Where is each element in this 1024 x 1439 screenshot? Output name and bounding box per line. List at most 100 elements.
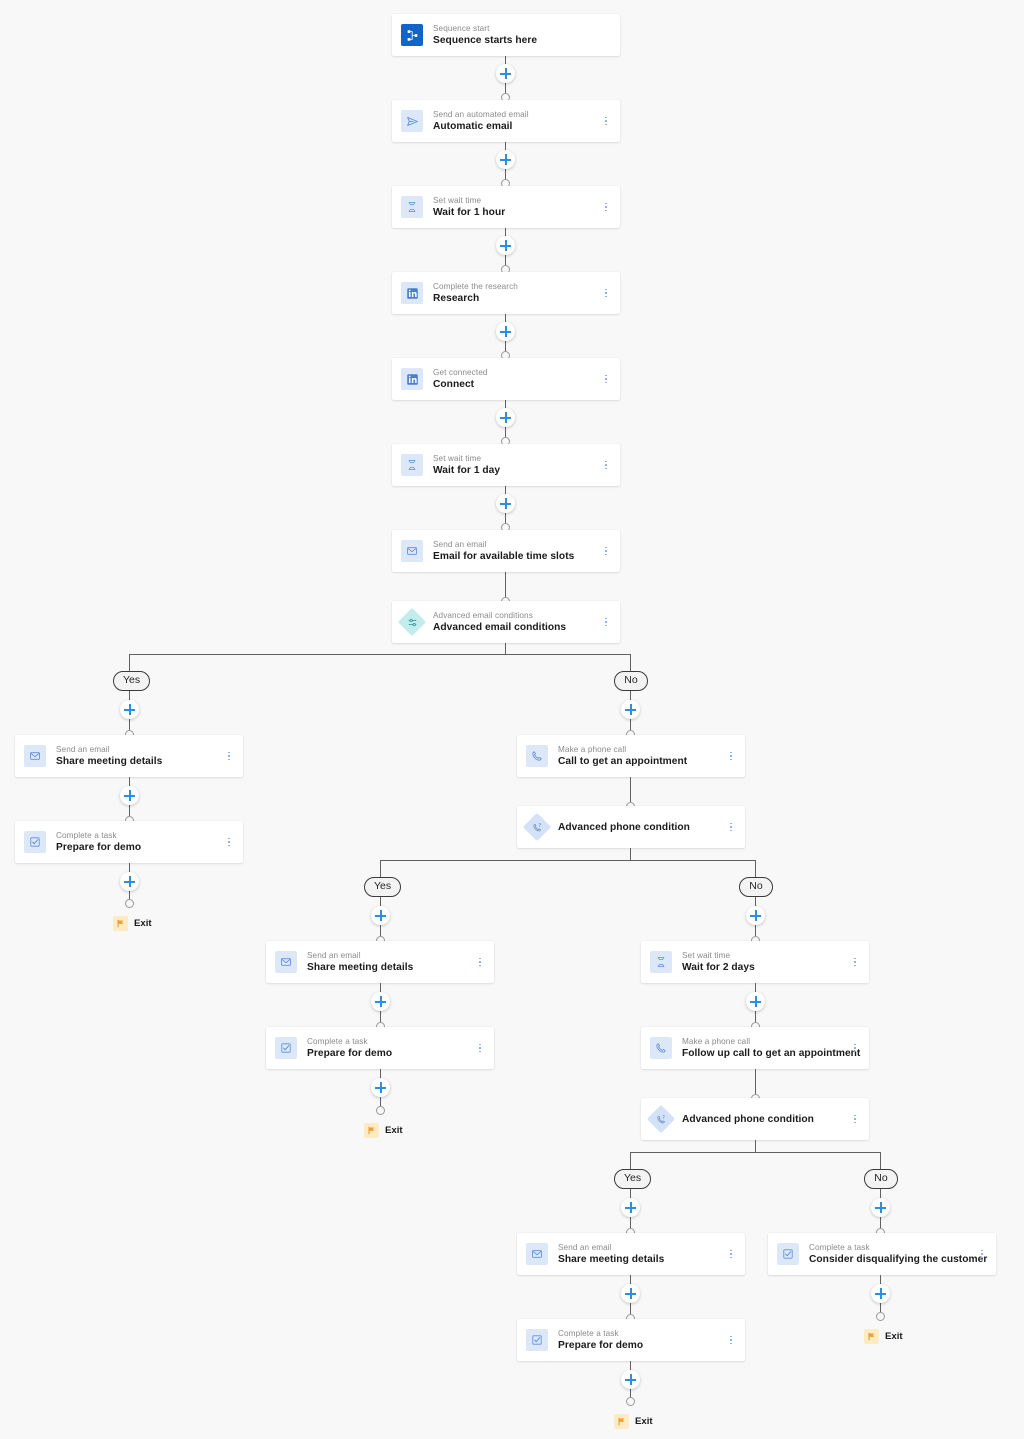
node-card-connect[interactable]: Get connected Connect (392, 358, 620, 400)
node-card-advanced-phone-condition[interactable]: Advanced phone condition (641, 1098, 869, 1140)
branch-label-yes[interactable]: Yes (113, 671, 151, 691)
node-title: Research (433, 293, 480, 304)
node-more-options-button[interactable] (601, 615, 611, 629)
checkbox-task-icon (526, 1329, 548, 1351)
node-card-wait-1-day[interactable]: Set wait time Wait for 1 day (392, 444, 620, 486)
node-card-prepare-for-demo[interactable]: Complete a task Prepare for demo (517, 1319, 745, 1361)
node-card-consider-disqualifying[interactable]: Complete a task Consider disqualifying t… (768, 1233, 996, 1275)
node-card-wait-1-hour[interactable]: Set wait time Wait for 1 hour (392, 186, 620, 228)
node-subtitle: Make a phone call (682, 1037, 751, 1046)
node-card-prepare-for-demo[interactable]: Complete a task Prepare for demo (266, 1027, 494, 1069)
node-more-options-button[interactable] (224, 835, 234, 849)
node-subtitle: Set wait time (682, 951, 731, 960)
node-card-email-time-slots[interactable]: Send an email Email for available time s… (392, 530, 620, 572)
envelope-icon (24, 745, 46, 767)
node-title: Advanced email conditions (433, 622, 567, 633)
phone-condition-icon (526, 816, 548, 838)
node-subtitle: Complete a task (56, 831, 117, 840)
node-card-share-meeting-details[interactable]: Send an email Share meeting details (266, 941, 494, 983)
exit-label: Exit (385, 1125, 403, 1136)
hourglass-icon (650, 951, 672, 973)
exit-marker: Exit (113, 916, 152, 931)
node-more-options-button[interactable] (601, 544, 611, 558)
add-step-button[interactable] (621, 1198, 640, 1217)
phone-condition-icon (650, 1108, 672, 1130)
node-card-advanced-email-conditions[interactable]: Advanced email conditions Advanced email… (392, 601, 620, 643)
add-step-button[interactable] (371, 906, 390, 925)
branch-label-no[interactable]: No (864, 1169, 898, 1189)
node-more-options-button[interactable] (850, 1041, 860, 1055)
branch-label-yes[interactable]: Yes (364, 877, 402, 897)
envelope-icon (526, 1243, 548, 1265)
add-step-button[interactable] (621, 1370, 640, 1389)
node-card-research[interactable]: Complete the research Research (392, 272, 620, 314)
node-more-options-button[interactable] (977, 1247, 987, 1261)
node-more-options-button[interactable] (850, 955, 860, 969)
add-step-button[interactable] (496, 494, 515, 513)
node-card-sequence-start[interactable]: Sequence start Sequence starts here (392, 14, 620, 56)
add-step-button[interactable] (496, 322, 515, 341)
node-card-prepare-for-demo[interactable]: Complete a task Prepare for demo (15, 821, 243, 863)
exit-label: Exit (134, 918, 152, 929)
node-more-options-button[interactable] (726, 1247, 736, 1261)
add-step-button[interactable] (496, 150, 515, 169)
add-step-button[interactable] (120, 700, 139, 719)
node-more-options-button[interactable] (726, 1333, 736, 1347)
branch-label-no[interactable]: No (739, 877, 773, 897)
connector-line (129, 654, 130, 671)
node-more-options-button[interactable] (601, 286, 611, 300)
node-more-options-button[interactable] (850, 1112, 860, 1126)
add-step-button[interactable] (746, 906, 765, 925)
node-card-call-appointment[interactable]: Make a phone call Call to get an appoint… (517, 735, 745, 777)
add-step-button[interactable] (871, 1198, 890, 1217)
connector-dot (626, 1397, 635, 1406)
node-more-options-button[interactable] (601, 114, 611, 128)
add-step-button[interactable] (496, 236, 515, 255)
node-more-options-button[interactable] (601, 200, 611, 214)
checkbox-task-icon (275, 1037, 297, 1059)
add-step-button[interactable] (746, 992, 765, 1011)
node-title: Share meeting details (56, 756, 163, 767)
node-more-options-button[interactable] (726, 749, 736, 763)
checkbox-task-icon (777, 1243, 799, 1265)
node-subtitle: Complete a task (558, 1329, 619, 1338)
node-more-options-button[interactable] (601, 372, 611, 386)
add-step-button[interactable] (621, 1284, 640, 1303)
node-card-automatic-email[interactable]: Send an automated email Automatic email (392, 100, 620, 142)
add-step-button[interactable] (120, 786, 139, 805)
add-step-button[interactable] (496, 408, 515, 427)
branch-label-no[interactable]: No (614, 671, 648, 691)
envelope-icon (401, 540, 423, 562)
node-title: Connect (433, 379, 475, 390)
add-step-button[interactable] (496, 64, 515, 83)
node-more-options-button[interactable] (224, 749, 234, 763)
add-step-button[interactable] (120, 872, 139, 891)
node-card-advanced-phone-condition[interactable]: Advanced phone condition (517, 806, 745, 848)
sliders-condition-icon (401, 611, 423, 633)
node-more-options-button[interactable] (726, 820, 736, 834)
node-subtitle: Send an automated email (433, 110, 529, 119)
node-subtitle: Get connected (433, 368, 488, 377)
node-card-share-meeting-details[interactable]: Send an email Share meeting details (517, 1233, 745, 1275)
node-card-follow-up-call[interactable]: Make a phone call Follow up call to get … (641, 1027, 869, 1069)
connector-dot (125, 899, 134, 908)
node-more-options-button[interactable] (475, 1041, 485, 1055)
add-step-button[interactable] (871, 1284, 890, 1303)
add-step-button[interactable] (621, 700, 640, 719)
node-card-wait-2-days[interactable]: Set wait time Wait for 2 days (641, 941, 869, 983)
branch-label-yes[interactable]: Yes (614, 1169, 652, 1189)
flag-icon (614, 1414, 629, 1429)
node-title: Follow up call to get an appointment (682, 1048, 861, 1059)
node-title: Call to get an appointment (558, 756, 688, 767)
add-step-button[interactable] (371, 992, 390, 1011)
branch-connector-horizontal (129, 654, 631, 655)
exit-marker: Exit (864, 1329, 903, 1344)
node-more-options-button[interactable] (475, 955, 485, 969)
add-step-button[interactable] (371, 1078, 390, 1097)
node-more-options-button[interactable] (601, 458, 611, 472)
connector-line (755, 860, 756, 877)
node-title: Prepare for demo (307, 1048, 393, 1059)
paper-plane-icon (401, 110, 423, 132)
hourglass-icon (401, 196, 423, 218)
node-card-share-meeting-details[interactable]: Send an email Share meeting details (15, 735, 243, 777)
